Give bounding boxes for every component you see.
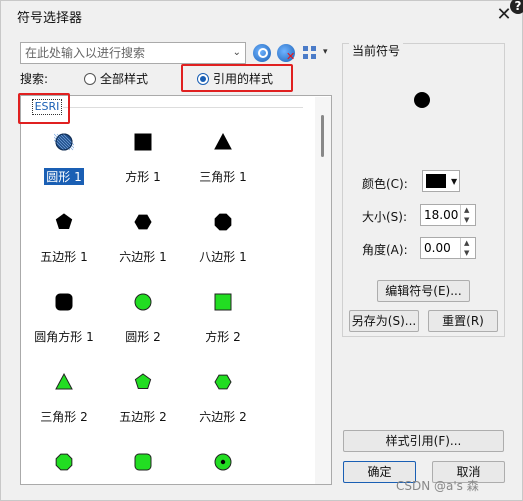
- symbol-cell[interactable]: 八边形 1: [183, 180, 263, 264]
- circle-dot-symbol-icon: [214, 453, 232, 471]
- clear-search-icon[interactable]: ✕: [277, 44, 295, 62]
- radio-referenced-styles[interactable]: 引用的样式: [197, 70, 273, 87]
- symbol-cell[interactable]: 圆形 1: [24, 100, 104, 185]
- symbol-cell[interactable]: 圆角方形 1: [24, 260, 104, 344]
- angle-input[interactable]: [421, 238, 459, 258]
- gallery-scrollbar[interactable]: [315, 97, 331, 484]
- search-combobox[interactable]: ⌄: [20, 42, 246, 64]
- symbol-cell[interactable]: [103, 420, 183, 484]
- size-spinner[interactable]: ▲▼: [420, 204, 476, 226]
- hexagon-symbol-icon: [214, 374, 232, 390]
- color-picker-button[interactable]: ▼: [422, 170, 460, 192]
- radio-label: 全部样式: [100, 72, 149, 86]
- symbol-preview: [414, 92, 430, 108]
- circle-symbol-icon: [134, 293, 152, 311]
- radio-circle[interactable]: [84, 72, 96, 85]
- pentagon-symbol-icon: [55, 213, 73, 229]
- square-symbol-icon: [134, 133, 152, 151]
- radio-circle-selected[interactable]: [197, 72, 209, 85]
- symbol-cell[interactable]: 三角形 2: [24, 340, 104, 424]
- symbol-cell[interactable]: 方形 1: [103, 100, 183, 184]
- title-bar: 符号选择器 ✕: [1, 1, 522, 31]
- edit-symbol-button[interactable]: 编辑符号(E)...: [377, 280, 470, 302]
- symbol-cell[interactable]: 六边形 2: [183, 340, 263, 424]
- circle-symbol-icon: [54, 133, 74, 151]
- angle-spinner[interactable]: ▲▼: [420, 237, 476, 259]
- angle-stepper[interactable]: ▲ ▼: [460, 238, 475, 258]
- grid-view-icon[interactable]: [303, 46, 317, 60]
- symbol-cell[interactable]: 五边形 1: [24, 180, 104, 264]
- watermark: CSDN @a's 森: [396, 479, 479, 493]
- symbol-cell[interactable]: 三角形 1: [183, 100, 263, 184]
- view-dropdown-icon[interactable]: ▾: [323, 47, 328, 57]
- search-input[interactable]: [21, 43, 221, 63]
- rounded-square-symbol-icon: [55, 293, 73, 311]
- pentagon-symbol-icon: [134, 373, 152, 389]
- color-swatch: [426, 174, 446, 188]
- symbol-cell[interactable]: 圆形 2: [103, 260, 183, 344]
- symbol-cell[interactable]: [183, 420, 263, 484]
- search-icon[interactable]: [253, 44, 271, 62]
- current-symbol-title: 当前符号: [349, 42, 404, 59]
- symbol-selector-dialog: 符号选择器 ✕ ? ⌄ ✕ ▾ 搜索: 全部样式 引用的样式 ESRI 圆形 1…: [0, 0, 523, 501]
- style-references-button[interactable]: 样式引用(F)...: [343, 430, 504, 452]
- symbol-gallery: ESRI 圆形 1 方形 1 三角形 1 五边形 1 六边形 1 八边形 1 圆角方形 1圆…: [20, 95, 332, 485]
- symbol-cell[interactable]: 六边形 1: [103, 180, 183, 264]
- symbol-cell[interactable]: [24, 420, 104, 484]
- save-as-button[interactable]: 另存为(S)...: [349, 310, 419, 332]
- help-icon[interactable]: ?: [510, 0, 523, 14]
- size-input[interactable]: [421, 205, 459, 225]
- dialog-title: 符号选择器: [17, 11, 83, 26]
- triangle-symbol-icon: [214, 132, 232, 150]
- filter-label: 搜索:: [20, 72, 49, 86]
- octagon-symbol-icon: [214, 213, 232, 231]
- size-label: 大小(S):: [362, 210, 408, 224]
- reset-button[interactable]: 重置(R): [428, 310, 498, 332]
- scroll-thumb[interactable]: [321, 115, 324, 157]
- radio-label: 引用的样式: [213, 72, 274, 86]
- hexagon-symbol-icon: [134, 214, 152, 230]
- symbol-cell[interactable]: 方形 2: [183, 260, 263, 344]
- size-stepper[interactable]: ▲ ▼: [460, 205, 475, 225]
- rounded-square-symbol-icon: [134, 453, 152, 471]
- angle-label: 角度(A):: [362, 243, 408, 257]
- radio-all-styles[interactable]: 全部样式: [84, 70, 148, 87]
- symbol-cell[interactable]: 五边形 2: [103, 340, 183, 424]
- octagon-symbol-icon: [55, 453, 73, 471]
- color-label: 颜色(C):: [362, 177, 408, 191]
- chevron-down-icon[interactable]: ⌄: [233, 47, 241, 58]
- chevron-down-icon: ▼: [451, 177, 458, 186]
- triangle-symbol-icon: [55, 372, 73, 390]
- square-symbol-icon: [214, 293, 232, 311]
